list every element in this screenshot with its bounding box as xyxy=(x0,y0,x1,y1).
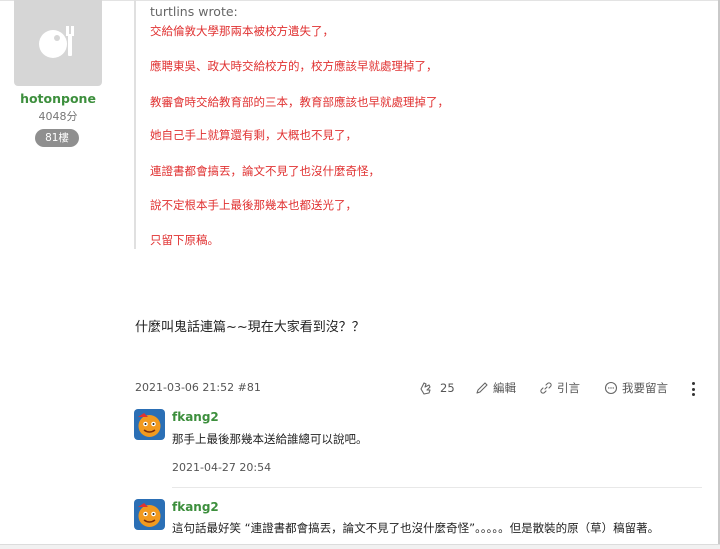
like-button[interactable]: 25 xyxy=(418,379,455,397)
kebab-dot xyxy=(691,382,695,385)
username-link[interactable]: hotonpone xyxy=(14,91,102,106)
quote-line: 交給倫敦大學那兩本被校方遺失了， xyxy=(150,24,334,38)
kebab-dot xyxy=(691,393,695,396)
commenter-avatar[interactable] xyxy=(134,499,165,530)
more-options-icon[interactable] xyxy=(688,380,698,398)
quote-line: 只留下原稿。 xyxy=(150,233,219,247)
user-points: 4048分 xyxy=(38,110,78,123)
edit-button[interactable]: 編輯 xyxy=(475,379,516,397)
commenter-avatar[interactable] xyxy=(134,409,165,440)
comment-button[interactable]: 我要留言 xyxy=(604,379,668,397)
quote-line: 說不定根本手上最後那幾本也都送光了， xyxy=(150,198,357,212)
like-count: 25 xyxy=(440,381,455,395)
quote-button[interactable]: 引言 xyxy=(539,379,580,397)
user-avatar[interactable] xyxy=(14,0,102,86)
comment-divider xyxy=(172,487,702,488)
post-meta[interactable]: 2021-03-06 21:52 #81 xyxy=(135,381,261,394)
comment-bubble-icon xyxy=(604,381,618,395)
pencil-icon xyxy=(476,382,488,394)
comment-text: 那手上最後那幾本送給誰總可以說吧。 xyxy=(172,432,368,446)
default-avatar-icon xyxy=(39,26,74,58)
cartoon-avatar-icon xyxy=(134,409,165,440)
quote-author: turtlins wrote: xyxy=(150,4,238,19)
quote-label: 引言 xyxy=(557,381,580,395)
quote-line: 應聘東吳、政大時交給校方的，校方應該早就處理掉了， xyxy=(150,59,438,73)
edit-label: 編輯 xyxy=(493,381,516,395)
bottom-bar xyxy=(0,544,720,549)
commenter-name[interactable]: fkang2 xyxy=(172,500,219,514)
link-icon xyxy=(540,382,552,394)
comment-date: 2021-04-27 20:54 xyxy=(172,461,272,474)
floor-badge[interactable]: 81樓 xyxy=(35,129,79,147)
quote-block: turtlins wrote: 交給倫敦大學那兩本被校方遺失了， 應聘東吳、政大… xyxy=(134,0,534,249)
commenter-name[interactable]: fkang2 xyxy=(172,410,219,424)
quote-line: 連證書都會搞丟，論文不見了也沒什麼奇怪， xyxy=(150,164,380,178)
clap-icon xyxy=(420,382,431,395)
comment-label: 我要留言 xyxy=(622,381,668,395)
quote-line: 她自己手上就算還有剩，大概也不見了， xyxy=(150,128,357,142)
quote-line: 教審會時交給教育部的三本，教育部應該也早就處理掉了， xyxy=(150,95,449,109)
post-body: 什麼叫鬼話連篇~~現在大家看到沒？？ xyxy=(135,320,365,335)
cartoon-avatar-icon xyxy=(134,499,165,530)
kebab-dot xyxy=(691,387,695,391)
comment-text: 這句話最好笑 “連證書都會搞丟，論文不見了也沒什麼奇怪”。。。。。但是散裝的原（… xyxy=(172,521,660,535)
